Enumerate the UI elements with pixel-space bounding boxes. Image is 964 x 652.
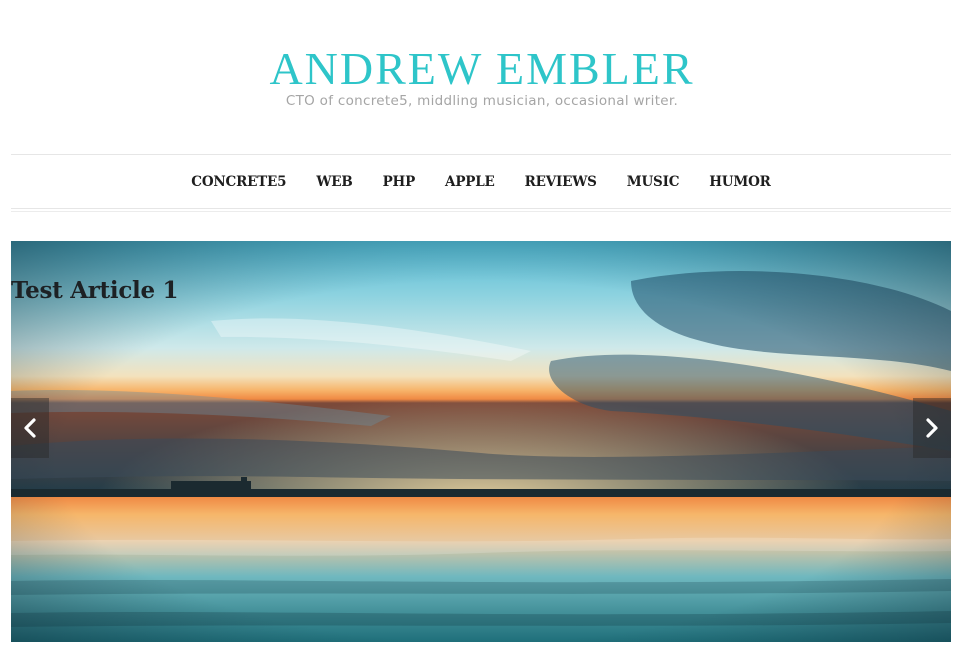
nav-item-humor[interactable]: HUMOR [709, 174, 771, 190]
site-tagline: CTO of concrete5, middling musician, occ… [285, 93, 679, 109]
chevron-right-icon [926, 418, 938, 438]
chevron-left-icon [24, 418, 36, 438]
main-nav: CONCRETE5 WEB PHP APPLE REVIEWS MUSIC HU… [11, 155, 951, 208]
nav-item-music[interactable]: MUSIC [627, 174, 680, 190]
slider-prev-button[interactable] [11, 398, 49, 458]
nav-item-concrete5[interactable]: CONCRETE5 [191, 174, 286, 190]
slider-next-button[interactable] [913, 398, 951, 458]
nav-item-reviews[interactable]: REVIEWS [525, 174, 597, 190]
site-title[interactable]: ANDREW EMBLER [0, 42, 964, 96]
nav-item-php[interactable]: PHP [383, 174, 416, 190]
nav-item-web[interactable]: WEB [316, 174, 352, 190]
slide-caption[interactable]: Test Article 1 [11, 277, 179, 304]
nav-item-apple[interactable]: APPLE [445, 174, 495, 190]
nav-divider-bottom [11, 208, 951, 212]
image-slider: Test Article 1 [11, 241, 951, 642]
